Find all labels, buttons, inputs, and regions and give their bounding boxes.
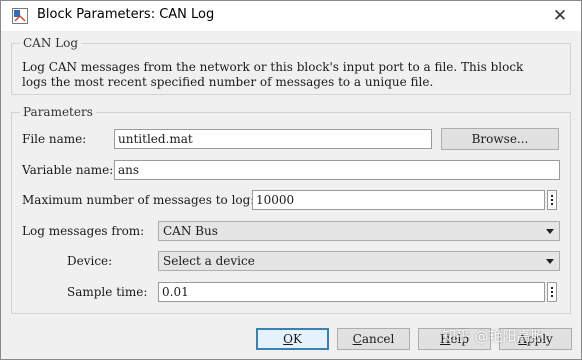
watermark: 知乎 @艳阳高照 (442, 329, 545, 345)
more-dots-icon (551, 195, 553, 197)
max-messages-more-button[interactable] (547, 190, 557, 210)
sample-time-input[interactable]: 0.01 (158, 282, 545, 302)
window-title: Block Parameters: CAN Log (37, 7, 215, 22)
sample-time-more-button[interactable] (547, 282, 557, 302)
device-value: Select a device (163, 254, 255, 268)
variable-name-input[interactable]: ans (114, 160, 560, 180)
max-messages-input[interactable]: 10000 (252, 190, 545, 210)
chevron-down-icon (546, 259, 554, 264)
more-dots-icon (551, 287, 553, 289)
log-from-select[interactable]: CAN Bus (158, 221, 560, 241)
close-icon: ✕ (552, 6, 568, 26)
description-line-1: Log CAN messages from the network or thi… (22, 60, 524, 74)
ok-button[interactable]: OK (256, 328, 329, 350)
browse-button[interactable]: Browse... (441, 128, 559, 150)
block-description: Log CAN messages from the network or thi… (22, 60, 567, 90)
file-name-input[interactable]: untitled.mat (114, 129, 432, 149)
description-line-2: logs the most recent specified number of… (22, 75, 434, 89)
block-group-title: CAN Log (20, 36, 82, 50)
file-name-label: File name: (22, 132, 87, 146)
simulink-block-icon (12, 8, 28, 24)
sample-time-label: Sample time: (67, 285, 148, 299)
block-parameters-dialog: Block Parameters: CAN Log ✕ CAN Log Log … (0, 0, 582, 360)
close-button[interactable]: ✕ (542, 3, 578, 29)
device-select[interactable]: Select a device (158, 251, 560, 271)
device-label: Device: (67, 254, 113, 268)
max-messages-label: Maximum number of messages to log: (22, 193, 255, 207)
cancel-button[interactable]: Cancel (337, 328, 410, 350)
parameters-group-title: Parameters (20, 105, 96, 119)
log-from-value: CAN Bus (163, 224, 218, 238)
chevron-down-icon (546, 229, 554, 234)
title-bar[interactable]: Block Parameters: CAN Log ✕ (1, 1, 581, 31)
log-from-label: Log messages from: (22, 224, 145, 238)
variable-name-label: Variable name: (22, 163, 114, 177)
